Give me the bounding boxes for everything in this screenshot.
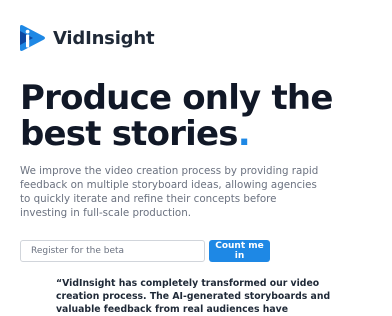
hero-description: We improve the video creation process by… (20, 165, 319, 219)
brand-name: VidInsight (53, 27, 155, 49)
count-me-in-button[interactable]: Count me in (209, 240, 270, 262)
play-triangle-logo-icon (20, 25, 45, 51)
brand[interactable]: VidInsight (20, 24, 155, 52)
headline-dot: . (237, 114, 251, 154)
hero-headline: Produce only the best stories. (20, 80, 333, 152)
headline-line-1: Produce only the (20, 78, 333, 118)
beta-email-input[interactable] (20, 240, 205, 262)
beta-signup-form: Count me in (20, 240, 270, 262)
testimonial-quote: “VidInsight has completely transformed o… (56, 278, 331, 315)
headline-line-2: best stories (20, 114, 239, 154)
